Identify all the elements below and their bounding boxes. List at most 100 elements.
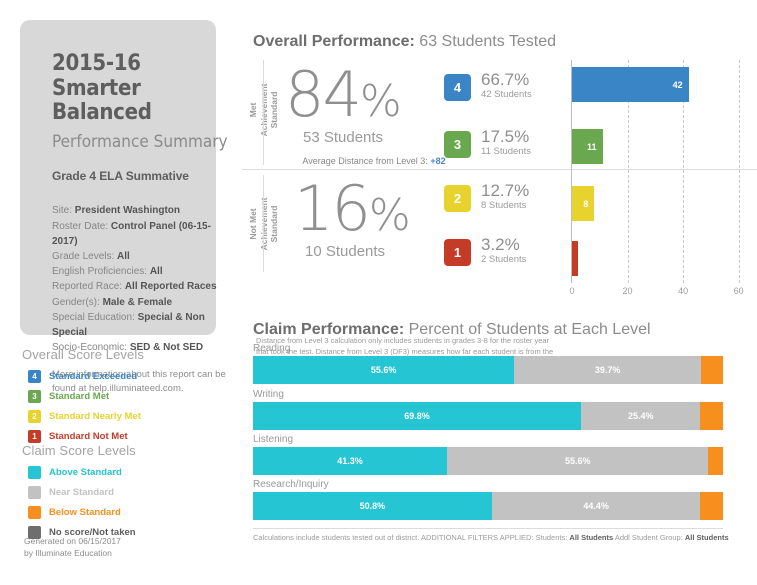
gridline: [738, 60, 741, 283]
overall-legend-title: Overall Score Levels: [22, 347, 144, 362]
filter-value: All: [117, 250, 130, 262]
not-met-vertical-rule: [263, 175, 264, 272]
filter-line: Special Education: Special & Non Special: [52, 310, 228, 340]
level-students-1: 2 Students: [481, 254, 527, 266]
overall-legend-label: Standard Exceeded: [49, 370, 138, 382]
claim-stacked-bar: 69.8% 25.4%: [253, 402, 723, 430]
overall-legend-item: 4 Standard Exceeded: [22, 367, 222, 385]
level-callout-3: 3 17.5% 11 Students: [444, 127, 531, 158]
level-text-4: 66.7% 42 Students: [481, 70, 532, 100]
filter-line: Gender(s): Male & Female: [52, 295, 228, 310]
claim-title-bold: Claim Performance:: [253, 321, 405, 338]
x-tick-label: 60: [733, 286, 744, 296]
claim-segment: 39.7%: [514, 356, 701, 384]
bar-value-label: 8: [583, 198, 589, 209]
axis-label-line: Not Met: [248, 208, 259, 240]
x-tick-label: 20: [622, 286, 633, 296]
claim-legend-item: Below Standard: [22, 503, 222, 521]
overall-score-legend: Overall Score Levels 4 Standard Exceeded 3…: [22, 347, 222, 447]
claim-segment: 50.8%: [253, 492, 492, 520]
level-students-4: 42 Students: [481, 89, 532, 101]
claim-label: Writing: [253, 389, 284, 400]
met-students-count: 53 Students: [303, 129, 384, 146]
bar-level-1: [572, 241, 578, 276]
level-callout-2: 2 12.7% 8 Students: [444, 181, 529, 212]
bar-level-3: 11: [572, 129, 603, 164]
overall-legend-swatch: 1: [28, 429, 41, 443]
claim-legend-swatch: [28, 465, 41, 479]
overall-legend-item: 2 Standard Nearly Met: [22, 407, 222, 425]
overall-title-bold: Overall Performance:: [253, 33, 415, 50]
level-text-1: 3.2% 2 Students: [481, 235, 526, 265]
not-met-percentage-value: 16: [294, 172, 371, 245]
level-badge-2: 2: [444, 185, 471, 212]
filter-label: Roster Date:: [52, 220, 111, 232]
claim-performance-title: Claim Performance: Percent of Students a…: [253, 321, 651, 339]
filter-value: All Reported Races: [124, 281, 217, 293]
level-students-2: 8 Students: [481, 200, 527, 212]
footer-group-value: All Students: [684, 533, 729, 542]
claim-legend-swatch: [28, 505, 41, 519]
filter-label: Special Education:: [52, 311, 138, 323]
overall-legend-swatch: 4: [28, 369, 41, 383]
filter-line: Site: President Washington: [52, 203, 228, 218]
not-met-standard-axis-label: Not MetAchievementStandard: [248, 184, 280, 264]
filter-value: All: [149, 266, 163, 278]
claim-segment: [700, 356, 723, 384]
overall-legend-label: Standard Met: [49, 390, 110, 402]
level-callout-4: 4 66.7% 42 Students: [444, 70, 532, 101]
filter-line: Reported Race: All Reported Races: [52, 279, 228, 294]
claim-segment: 41.3%: [253, 447, 448, 475]
level-students-3: 11 Students: [481, 146, 532, 158]
average-distance-label: Average Distance from Level 3:: [302, 156, 428, 166]
axis-label-line: Standard: [269, 205, 280, 243]
filter-label: Reported Race:: [52, 281, 125, 293]
not-met-percentage: 16%: [294, 178, 411, 241]
level-percent-2: 12.7%: [481, 181, 530, 200]
met-percentage-unit: %: [359, 76, 402, 127]
claim-legend-label: Below Standard: [49, 506, 121, 518]
level-badge-4: 4: [444, 74, 471, 101]
report-header-panel: 2015-16 Smarter Balanced Performance Sum…: [20, 20, 228, 394]
overall-legend-swatch: 2: [28, 409, 41, 423]
overall-legend-swatch: 3: [28, 389, 41, 403]
claim-legend-rows: Above Standard Near Standard Below Standar…: [22, 463, 222, 541]
claim-segment: [708, 447, 723, 475]
claim-row: Writing 69.8% 25.4%: [253, 389, 723, 430]
claim-stacked-bar: 55.6% 39.7%: [253, 356, 723, 384]
claim-legend-item: Above Standard: [22, 463, 222, 481]
claim-stacked-bar: 41.3% 55.6%: [253, 447, 723, 475]
report-subtitle: Performance Summary: [52, 131, 228, 152]
footer-text-pre: Calculations include students tested out…: [253, 533, 570, 542]
bar-value-label: 42: [672, 79, 683, 90]
overall-legend-label: Standard Not Met: [49, 430, 128, 442]
met-standard-axis-label: MetAchievementStandard: [248, 70, 280, 150]
claim-title-rest: Percent of Students at Each Level: [404, 321, 651, 338]
bar-level-4: 42: [572, 67, 689, 102]
report-filters-list: Site: President Washington Roster Date: C…: [52, 203, 228, 355]
claim-label: Reading: [253, 343, 291, 354]
claim-legend-title: Claim Score Levels: [22, 443, 136, 458]
claim-label: Listening: [253, 434, 294, 445]
main-content: Overall Performance: 63 Students Tested …: [242, 0, 757, 585]
overall-title-rest: 63 Students Tested: [414, 33, 556, 50]
not-met-percentage-unit: %: [368, 190, 411, 241]
claim-segment: 55.6%: [447, 447, 709, 475]
claim-segment: [700, 492, 723, 520]
overall-legend-label: Standard Nearly Met: [49, 410, 141, 422]
sidebar: 2015-16 Smarter Balanced Performance Sum…: [0, 0, 242, 585]
level-badge-3: 3: [444, 131, 471, 158]
claim-row: Research/Inquiry 50.8% 44.4%: [253, 479, 723, 520]
axis-label-line: Achievement: [259, 70, 270, 150]
overall-legend-item: 3 Standard Met: [22, 387, 222, 405]
x-tick-label: 40: [678, 286, 689, 296]
not-met-students-count: 10 Students: [305, 243, 386, 260]
claim-legend-swatch: [28, 485, 41, 499]
level-text-3: 17.5% 11 Students: [481, 127, 531, 157]
claim-legend-label: Above Standard: [49, 466, 122, 478]
claim-footer-divider: [253, 528, 723, 529]
claim-segment: 55.6%: [253, 356, 515, 384]
met-percentage: 84%: [285, 64, 402, 127]
filter-label: English Proficiencies:: [52, 266, 150, 278]
overall-performance-area: MetAchievementStandard Not MetAchievemen…: [242, 56, 757, 368]
